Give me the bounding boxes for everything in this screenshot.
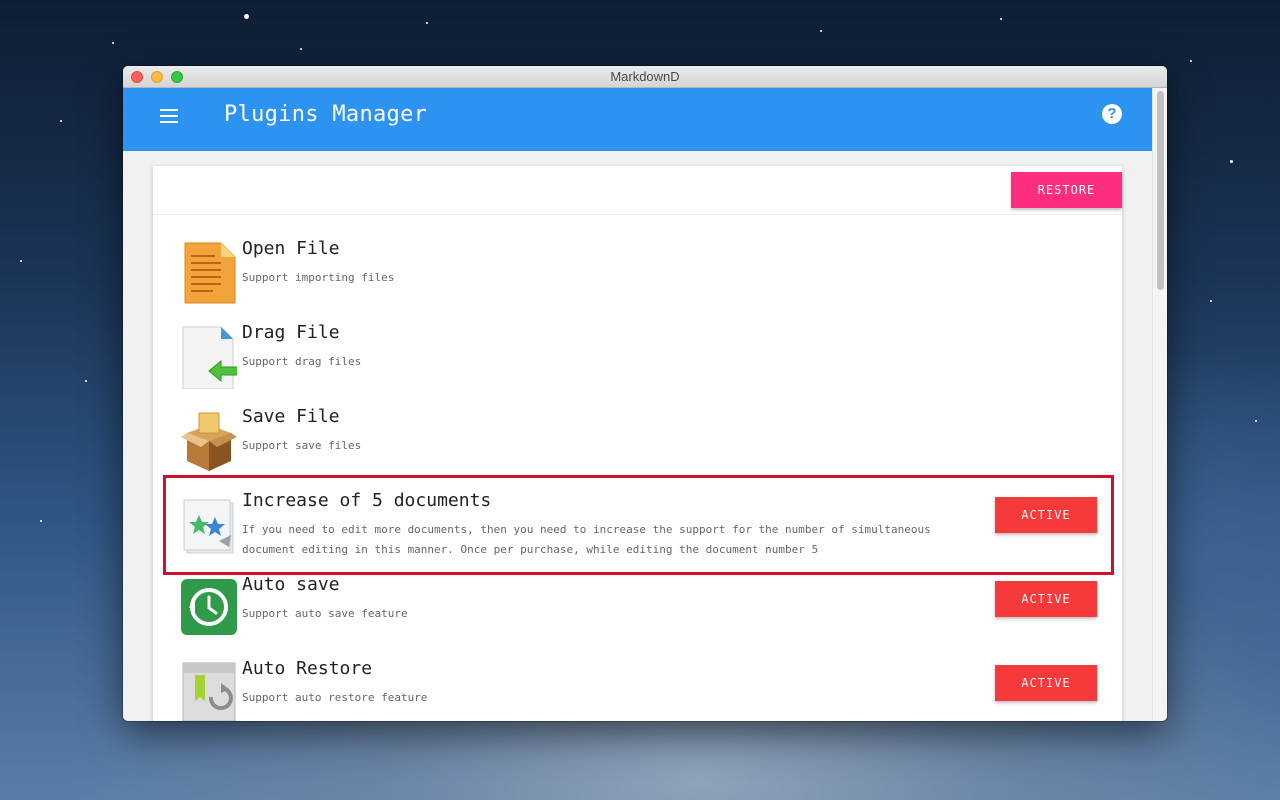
help-icon[interactable]: ? (1102, 104, 1122, 124)
drag-file-icon (182, 326, 237, 389)
plugin-description: Support importing files (242, 271, 395, 284)
menu-icon[interactable] (160, 109, 178, 123)
restore-recycle-icon (182, 662, 236, 721)
window-titlebar[interactable]: MarkdownD (123, 66, 1167, 88)
plugin-description: Support auto restore feature (242, 691, 428, 704)
plugin-description: Support save files (242, 439, 362, 452)
documents-star-icon (183, 499, 234, 554)
plugin-description: Support drag files (242, 355, 362, 368)
app-bar: Plugins Manager ? (123, 88, 1152, 151)
plugin-name: Auto Restore (242, 658, 373, 679)
plugin-item: Save File Support save files (153, 404, 1122, 488)
plugin-name: Open File (242, 238, 340, 259)
scrollbar-thumb[interactable] (1157, 91, 1164, 290)
plugin-name: Increase of 5 documents (242, 490, 492, 511)
plugin-description: If you need to edit more documents, then… (242, 523, 931, 556)
vertical-scrollbar[interactable] (1152, 88, 1167, 721)
plugins-card: RESTORE Open File Support importing file… (153, 166, 1122, 721)
plugin-name: Auto save (242, 574, 340, 595)
time-machine-icon (181, 579, 237, 635)
activate-button[interactable]: ACTIVE (995, 497, 1097, 533)
card-toolbar: RESTORE (153, 166, 1122, 215)
open-file-icon (184, 242, 236, 304)
restore-button[interactable]: RESTORE (1011, 172, 1122, 208)
page-title: Plugins Manager (224, 102, 428, 127)
app-window: MarkdownD Plugins Manager ? RESTORE Open… (123, 66, 1167, 721)
plugin-item-highlighted: Increase of 5 documents If you need to e… (153, 488, 1122, 572)
plugin-item: Auto Restore Support auto restore featur… (153, 656, 1122, 721)
main-content: RESTORE Open File Support importing file… (123, 151, 1152, 721)
plugin-item: Open File Support importing files (153, 236, 1122, 320)
save-file-box-icon (181, 412, 237, 471)
activate-button[interactable]: ACTIVE (995, 581, 1097, 617)
plugin-description: Support auto save feature (242, 607, 408, 620)
plugin-name: Drag File (242, 322, 340, 343)
plugin-item: Auto save Support auto save feature ACTI… (153, 572, 1122, 656)
activate-button[interactable]: ACTIVE (995, 665, 1097, 701)
window-title: MarkdownD (610, 69, 680, 84)
plugin-name: Save File (242, 406, 340, 427)
plugin-item: Drag File Support drag files (153, 320, 1122, 404)
